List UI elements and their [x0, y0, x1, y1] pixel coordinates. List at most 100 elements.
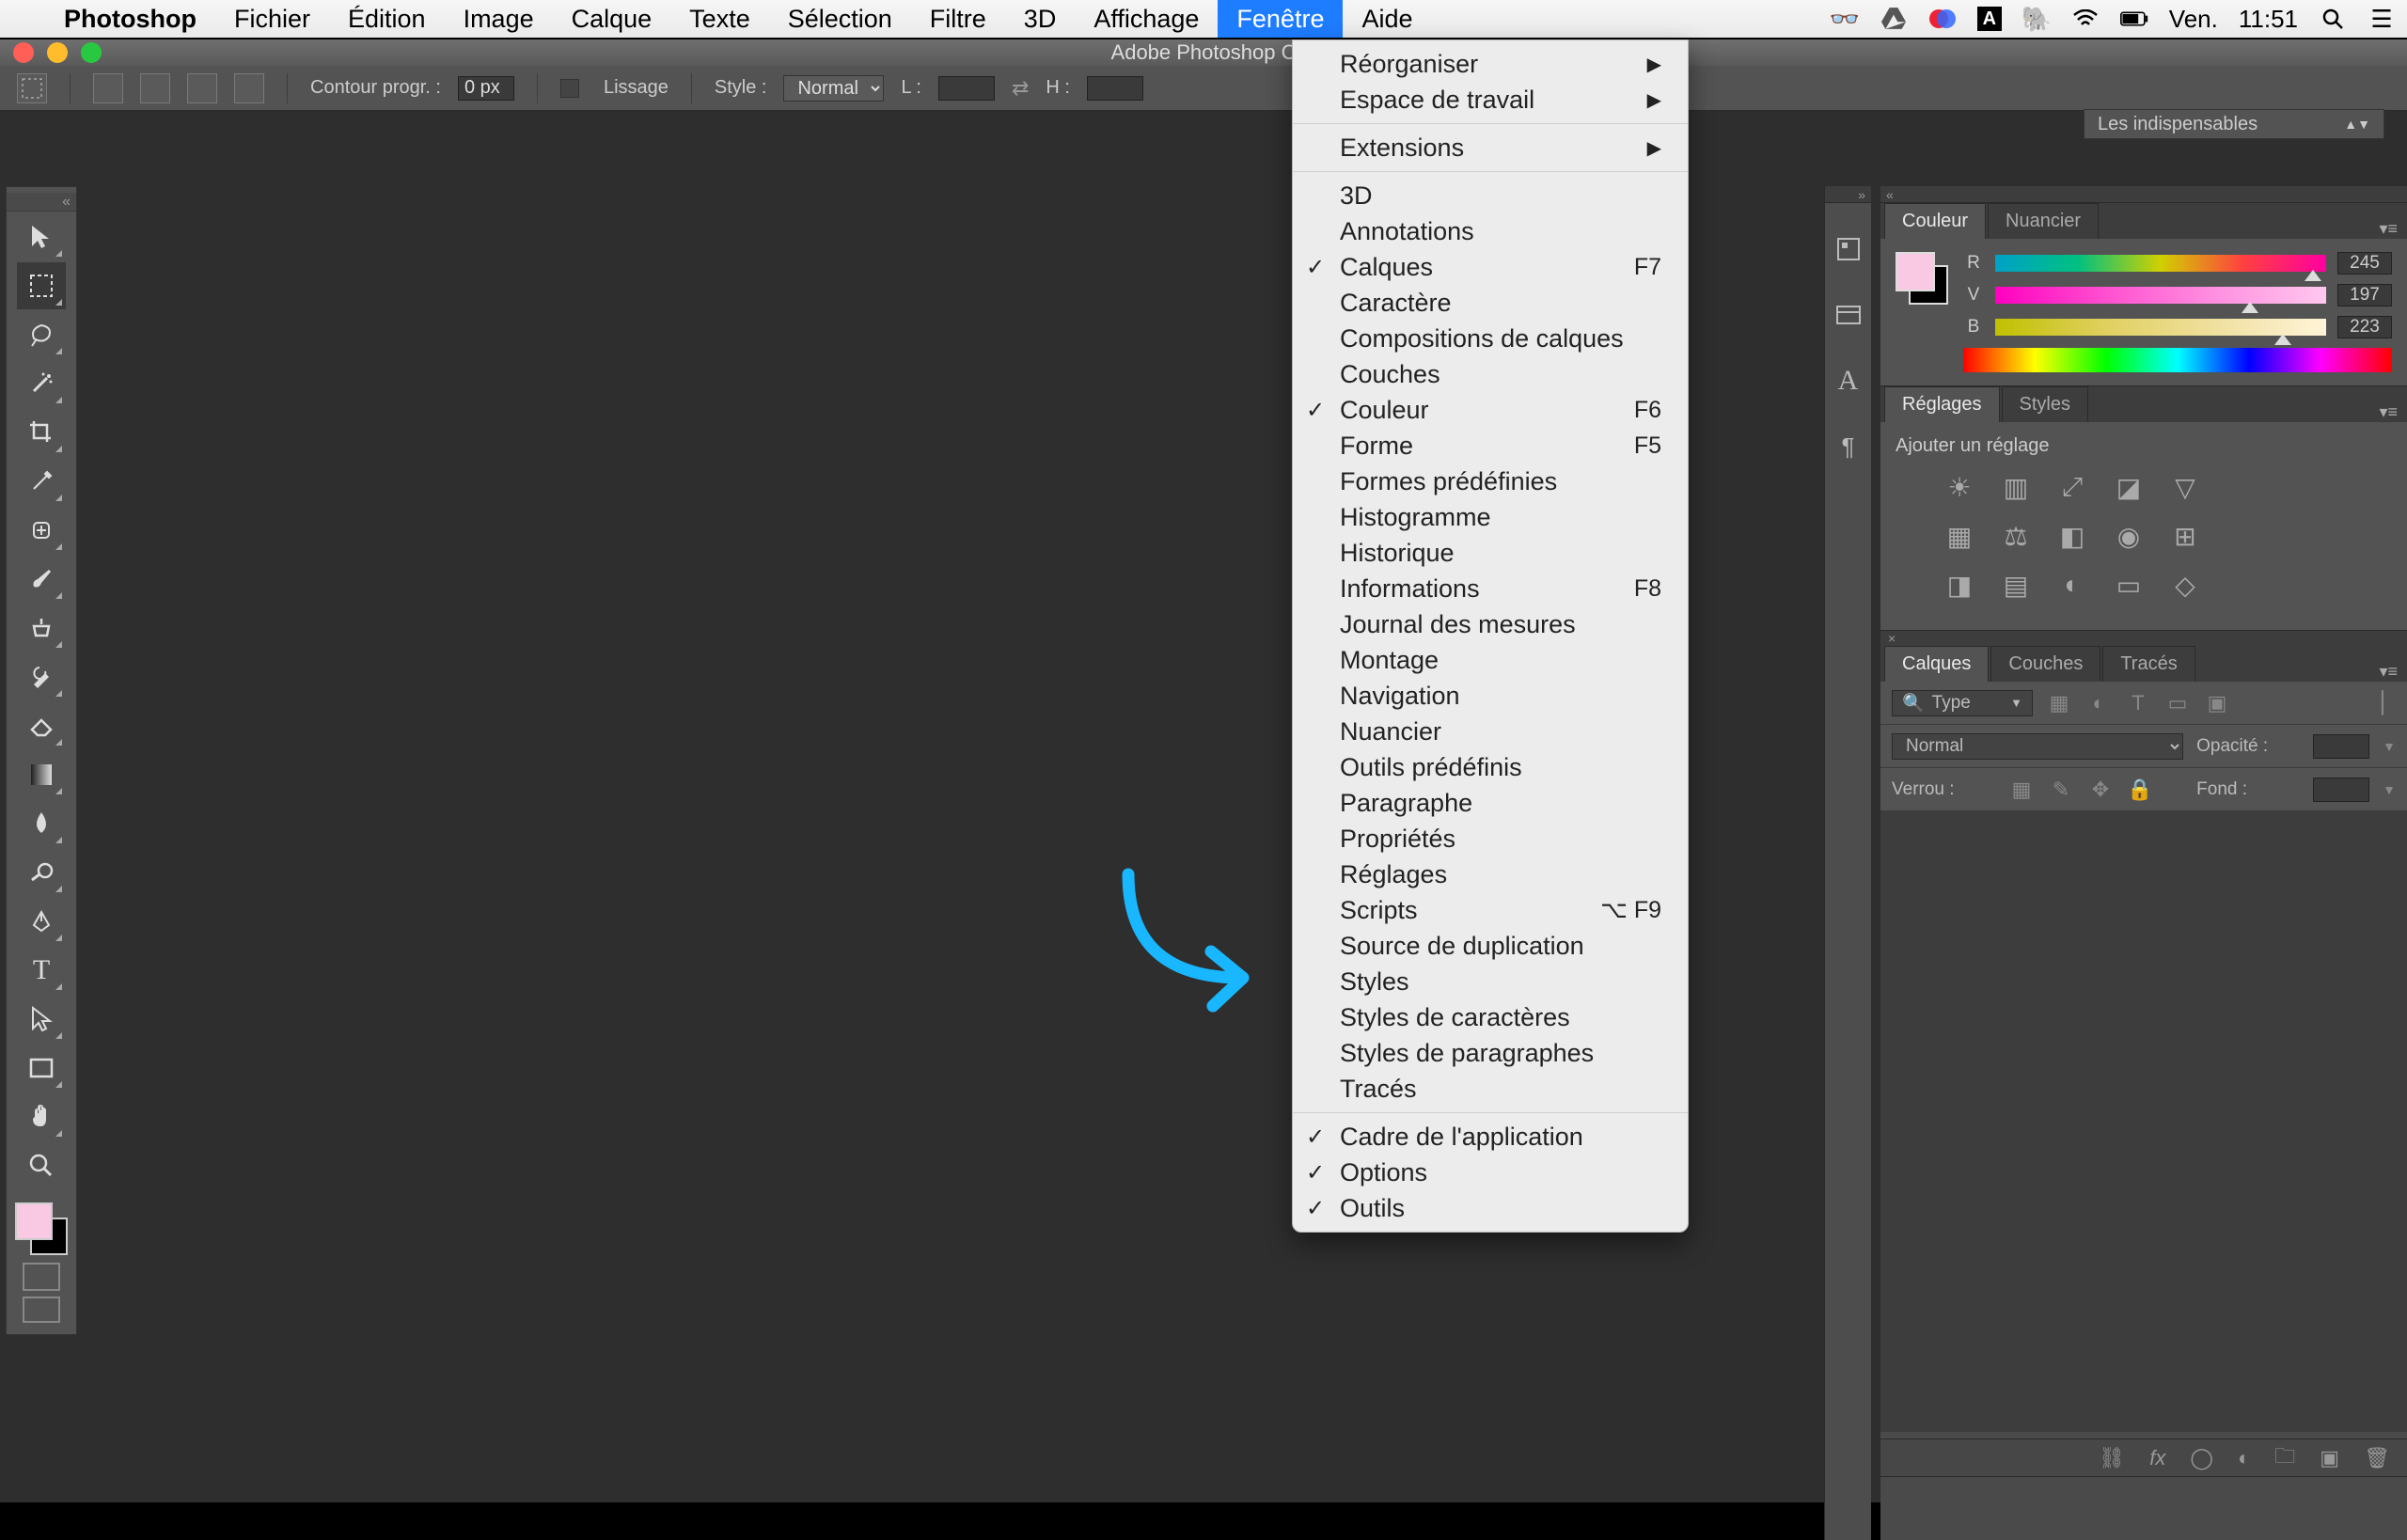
add-selection-button[interactable] — [140, 73, 170, 103]
opacity-input[interactable] — [2313, 734, 2369, 759]
blend-mode-select[interactable]: Normal — [1892, 733, 2183, 760]
channel-mixer-icon[interactable]: ⊞ — [2168, 519, 2202, 553]
minimize-window-button[interactable] — [47, 42, 68, 63]
panel-menu-icon[interactable]: ▾≡ — [2369, 662, 2407, 682]
menu-item-espace-de-travail[interactable]: Espace de travail▶ — [1293, 82, 1688, 118]
levels-icon[interactable]: ▥ — [1999, 470, 2033, 504]
zoom-tool[interactable] — [17, 1142, 66, 1189]
layer-fx-icon[interactable]: fx — [2149, 1446, 2165, 1470]
curves-icon[interactable]: ⤢ — [2055, 470, 2089, 504]
menu-item-caract-re[interactable]: Caractère — [1293, 285, 1688, 321]
bw-icon[interactable]: ◧ — [2055, 519, 2089, 553]
feather-input[interactable]: 0 px — [458, 76, 514, 101]
menu-item-options[interactable]: ✓Options — [1293, 1155, 1688, 1190]
current-tool-preset[interactable] — [17, 73, 47, 103]
character-panel-icon[interactable]: A — [1829, 361, 1868, 401]
height-input[interactable] — [1087, 76, 1143, 101]
posterize-icon[interactable]: ▤ — [1999, 568, 2033, 602]
channel-b-slider[interactable] — [1995, 319, 2326, 336]
gradient-tool[interactable] — [17, 751, 66, 798]
history-panel-icon[interactable] — [1829, 229, 1868, 269]
menu-item-historique[interactable]: Historique — [1293, 535, 1688, 571]
collapse-panels-icon[interactable]: « — [1886, 187, 1894, 202]
adobe-a-icon[interactable]: A — [1977, 7, 2002, 31]
path-selection-tool[interactable] — [17, 996, 66, 1043]
gdrive-icon[interactable] — [1880, 5, 1908, 33]
tab-couleur[interactable]: Couleur — [1884, 203, 1986, 239]
rectangular-marquee-tool[interactable] — [17, 262, 66, 309]
lock-pixels-icon[interactable]: ✎ — [2048, 777, 2074, 803]
filter-smart-icon[interactable]: ▣ — [2204, 690, 2230, 716]
tab-nuancier[interactable]: Nuancier — [1988, 203, 2099, 239]
healing-brush-tool[interactable] — [17, 507, 66, 554]
tools-panel-header[interactable]: « — [7, 193, 76, 212]
menu-item-calques[interactable]: ✓CalquesF7 — [1293, 249, 1688, 285]
photo-filter-icon[interactable]: ◉ — [2112, 519, 2146, 553]
menu-item-r-glages[interactable]: Réglages — [1293, 856, 1688, 892]
clone-stamp-tool[interactable] — [17, 605, 66, 652]
lock-transparency-icon[interactable]: ▦ — [2008, 777, 2035, 803]
foreground-color-swatch[interactable] — [15, 1202, 53, 1240]
new-selection-button[interactable] — [93, 73, 123, 103]
menu-item-forme[interactable]: FormeF5 — [1293, 428, 1688, 464]
menu-item-informations[interactable]: InformationsF8 — [1293, 571, 1688, 606]
filter-toggle[interactable]: ⎮ — [2369, 690, 2396, 716]
battery-icon[interactable] — [2120, 5, 2148, 33]
filter-shape-icon[interactable]: ▭ — [2164, 690, 2191, 716]
menu-fenetre[interactable]: Fenêtre — [1218, 0, 1343, 38]
channel-v-value[interactable]: 197 — [2337, 284, 2392, 306]
menu-edition[interactable]: Édition — [329, 0, 445, 38]
filter-type-icon[interactable]: T — [2125, 690, 2151, 716]
spectrum-ramp[interactable] — [1963, 348, 2392, 372]
tab-calques[interactable]: Calques — [1884, 646, 1989, 682]
expand-panels-icon[interactable]: » — [1858, 187, 1865, 202]
magic-wand-tool[interactable] — [17, 360, 66, 407]
subtract-selection-button[interactable] — [187, 73, 217, 103]
crop-tool[interactable] — [17, 409, 66, 456]
menu-item-histogramme[interactable]: Histogramme — [1293, 499, 1688, 535]
properties-panel-icon[interactable] — [1829, 295, 1868, 335]
close-icon[interactable]: × — [1888, 631, 1896, 646]
notification-center-icon[interactable]: ☰ — [2368, 5, 2396, 33]
filter-adjust-icon[interactable]: ◐ — [2085, 690, 2112, 716]
channel-r-value[interactable]: 245 — [2337, 252, 2392, 275]
panel-menu-icon[interactable]: ▾≡ — [2369, 219, 2407, 239]
close-window-button[interactable] — [13, 42, 34, 63]
color-swatches[interactable] — [15, 1202, 68, 1255]
menu-item-compositions-de-calques[interactable]: Compositions de calques — [1293, 321, 1688, 356]
panel-color-swatches[interactable] — [1896, 252, 1948, 305]
menu-selection[interactable]: Sélection — [769, 0, 911, 38]
menu-item-scripts[interactable]: Scripts⌥ F9 — [1293, 892, 1688, 928]
menu-item-extensions[interactable]: Extensions▶ — [1293, 130, 1688, 165]
filter-pixel-icon[interactable]: ▦ — [2046, 690, 2072, 716]
menu-item-journal-des-mesures[interactable]: Journal des mesures — [1293, 606, 1688, 642]
blur-tool[interactable] — [17, 800, 66, 847]
tab-styles[interactable]: Styles — [2002, 386, 2088, 422]
tab-traces[interactable]: Tracés — [2102, 646, 2195, 682]
menu-aide[interactable]: Aide — [1343, 0, 1431, 38]
brightness-icon[interactable]: ☀ — [1943, 470, 1976, 504]
menu-calque[interactable]: Calque — [553, 0, 671, 38]
menu-texte[interactable]: Texte — [670, 0, 769, 38]
type-tool[interactable]: T — [17, 947, 66, 994]
tab-couches[interactable]: Couches — [1990, 646, 2100, 682]
menu-item-navigation[interactable]: Navigation — [1293, 678, 1688, 714]
hand-tool[interactable] — [17, 1093, 66, 1140]
layer-list[interactable] — [1880, 811, 2407, 1432]
menu-item-trac-s[interactable]: Tracés — [1293, 1071, 1688, 1107]
swap-wh-icon[interactable]: ⇄ — [1012, 76, 1029, 101]
balance-icon[interactable]: ⚖ — [1999, 519, 2033, 553]
channel-b-value[interactable]: 223 — [2337, 316, 2392, 338]
workspace-selector[interactable]: Les indispensables ▲▼ — [2084, 109, 2384, 139]
new-layer-icon[interactable]: ▣ — [2320, 1446, 2339, 1470]
new-group-icon[interactable]: 🗀 — [2274, 1440, 2295, 1476]
new-adjustment-icon[interactable]: ◐ — [2238, 1446, 2250, 1470]
menu-item-source-de-duplication[interactable]: Source de duplication — [1293, 928, 1688, 964]
layer-filter-type[interactable]: 🔍 Type ▼ — [1892, 690, 2033, 716]
clock-time[interactable]: 11:51 — [2239, 5, 2298, 34]
paragraph-panel-icon[interactable]: ¶ — [1829, 427, 1868, 466]
quick-mask-toggle[interactable] — [23, 1263, 60, 1291]
tab-reglages[interactable]: Réglages — [1884, 386, 2000, 422]
menu-item-styles-de-caract-res[interactable]: Styles de caractères — [1293, 999, 1688, 1035]
menu-item-formes-pr-d-finies[interactable]: Formes prédéfinies — [1293, 464, 1688, 499]
